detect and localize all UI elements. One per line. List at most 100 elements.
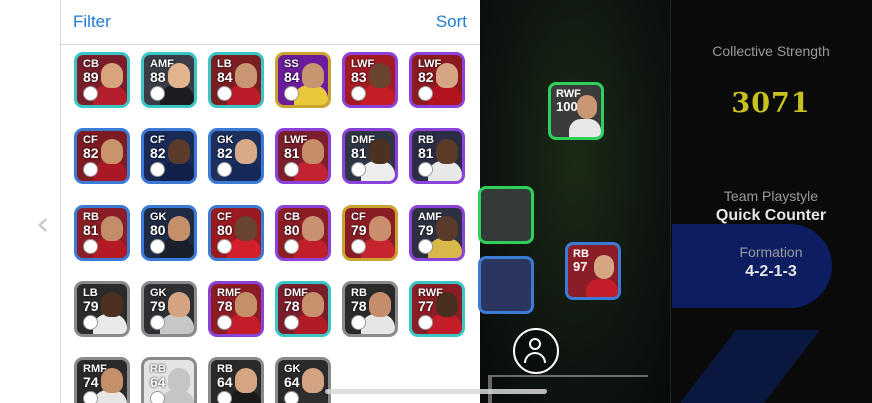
- player-kit: [227, 238, 261, 258]
- card-face: LB 84: [211, 55, 261, 105]
- overall-rating: 80: [150, 222, 166, 238]
- player-card[interactable]: CF 79: [342, 205, 398, 261]
- panel-header: Filter Sort: [61, 0, 481, 45]
- card-face: RMF 78: [211, 284, 261, 334]
- player-card[interactable]: SS 84: [275, 52, 331, 108]
- pitch-player-card-rwf[interactable]: RWF 100: [548, 82, 604, 140]
- player-card[interactable]: LB 79: [74, 281, 130, 337]
- overall-rating: 79: [351, 222, 367, 238]
- player-face: [302, 368, 324, 393]
- club-badge-icon: [284, 315, 299, 330]
- player-kit: [361, 238, 395, 258]
- player-card[interactable]: GK 79: [141, 281, 197, 337]
- player-face: [168, 139, 190, 164]
- player-kit: [294, 161, 328, 181]
- player-card[interactable]: CF 80: [208, 205, 264, 261]
- player-kit: [93, 314, 127, 334]
- player-face: [101, 292, 123, 317]
- player-card[interactable]: LWF 81: [275, 128, 331, 184]
- pitch-player-card[interactable]: [478, 186, 534, 244]
- player-card[interactable]: GK 64: [275, 357, 331, 403]
- formation-label: Formation: [739, 244, 803, 260]
- overall-rating: 64: [150, 374, 166, 390]
- club-badge-icon: [83, 391, 98, 403]
- overall-rating: 80: [284, 222, 300, 238]
- overall-rating: 97: [573, 259, 588, 274]
- player-kit: [160, 238, 194, 258]
- pitch-player-card[interactable]: [478, 256, 534, 314]
- player-kit: [93, 161, 127, 181]
- card-face: RB 81: [77, 208, 127, 258]
- user-profile-button[interactable]: [513, 328, 559, 374]
- overall-rating: 78: [284, 298, 300, 314]
- player-face: [235, 63, 257, 88]
- player-card[interactable]: CF 82: [74, 128, 130, 184]
- overall-rating: 82: [83, 145, 99, 161]
- overall-rating: 74: [83, 374, 99, 390]
- overall-rating: 78: [217, 298, 233, 314]
- player-card[interactable]: LB 84: [208, 52, 264, 108]
- overall-rating: 79: [150, 298, 166, 314]
- player-kit: [227, 85, 261, 105]
- player-card[interactable]: LWF 83: [342, 52, 398, 108]
- card-face: RMF 74: [77, 360, 127, 403]
- player-card[interactable]: GK 80: [141, 205, 197, 261]
- overall-rating: 82: [418, 69, 434, 85]
- player-card[interactable]: RB 81: [74, 205, 130, 261]
- card-face: GK 80: [144, 208, 194, 258]
- club-badge-icon: [351, 315, 366, 330]
- team-playstyle-value[interactable]: Quick Counter: [670, 207, 872, 225]
- player-face: [168, 292, 190, 317]
- overall-rating: 64: [217, 374, 233, 390]
- club-badge-icon: [284, 162, 299, 177]
- player-kit: [227, 161, 261, 181]
- player-face: [235, 139, 257, 164]
- player-face: [101, 139, 123, 164]
- team-playstyle-label: Team Playstyle: [723, 188, 819, 204]
- pitch-player-card-rb[interactable]: RB 97: [565, 242, 621, 300]
- player-card[interactable]: RB 64: [208, 357, 264, 403]
- card-face: LWF 82: [412, 55, 462, 105]
- player-card[interactable]: GK 82: [208, 128, 264, 184]
- player-card[interactable]: LWF 82: [409, 52, 465, 108]
- user-icon: [529, 338, 541, 350]
- club-badge-icon: [418, 86, 433, 101]
- player-card[interactable]: AMF 88: [141, 52, 197, 108]
- player-card[interactable]: AMF 79: [409, 205, 465, 261]
- player-card[interactable]: RMF 78: [208, 281, 264, 337]
- card-face: CF 80: [211, 208, 261, 258]
- home-indicator[interactable]: [325, 389, 547, 394]
- player-card[interactable]: DMF 78: [275, 281, 331, 337]
- player-kit: [227, 314, 261, 334]
- overall-rating: 77: [418, 298, 434, 314]
- player-card[interactable]: CF 82: [141, 128, 197, 184]
- player-kit: [294, 85, 328, 105]
- player-card[interactable]: RB 64: [141, 357, 197, 403]
- player-kit: [294, 238, 328, 258]
- player-card[interactable]: RMF 74: [74, 357, 130, 403]
- player-card[interactable]: CB 89: [74, 52, 130, 108]
- player-face: [168, 368, 190, 393]
- player-card[interactable]: RB 81: [409, 128, 465, 184]
- club-badge-icon: [351, 239, 366, 254]
- card-face: RB 64: [144, 360, 194, 403]
- formation-value[interactable]: 4-2-1-3: [670, 263, 872, 281]
- player-kit: [160, 314, 194, 334]
- club-badge-icon: [83, 315, 98, 330]
- player-card[interactable]: DMF 81: [342, 128, 398, 184]
- filter-button[interactable]: Filter: [73, 12, 111, 32]
- player-card[interactable]: CB 80: [275, 205, 331, 261]
- card-face: LB 79: [77, 284, 127, 334]
- player-card[interactable]: RWF 77: [409, 281, 465, 337]
- card-face: LWF 83: [345, 55, 395, 105]
- back-chevron-icon[interactable]: ‹: [36, 206, 56, 242]
- card-face: CF 82: [144, 131, 194, 181]
- club-badge-icon: [150, 86, 165, 101]
- player-kit: [428, 238, 462, 258]
- player-face: [369, 292, 391, 317]
- player-list-panel: Filter Sort CB 89 AMF 88 LB 84 SS 84 LWF 83 LWF 82 C…: [60, 0, 481, 403]
- player-kit: [361, 85, 395, 105]
- player-card[interactable]: RB 78: [342, 281, 398, 337]
- club-badge-icon: [150, 239, 165, 254]
- sort-button[interactable]: Sort: [436, 12, 467, 32]
